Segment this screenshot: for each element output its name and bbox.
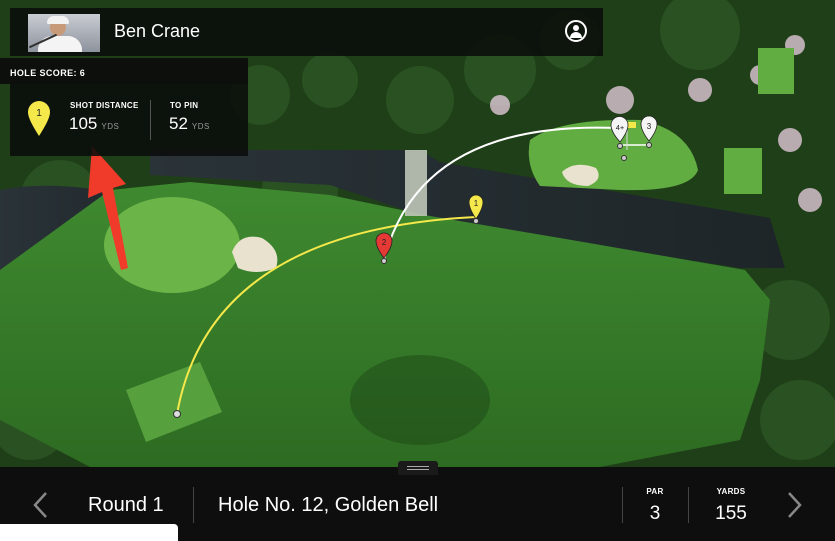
shot-stats-panel: HOLE SCORE: 6 1 SHOT DISTANCE 105 YDS TO … [0, 58, 248, 156]
par-label: PAR [646, 487, 664, 496]
to-pin-value: 52 YDS [169, 114, 210, 133]
profile-icon[interactable] [565, 20, 587, 42]
divider [193, 487, 194, 523]
shot-distance-label: SHOT DISTANCE [70, 101, 139, 110]
yards-value: 155 [715, 503, 747, 524]
round-label[interactable]: Round 1 [88, 494, 164, 517]
pin-marker-icon: 1 [28, 101, 50, 136]
par-value: 3 [649, 503, 661, 524]
chevron-right-icon[interactable] [780, 487, 810, 523]
to-pin-label: TO PIN [170, 101, 199, 110]
drag-handle-icon[interactable] [398, 461, 438, 475]
player-header: Ben Crane [10, 8, 603, 56]
right-tee-1 [758, 48, 794, 94]
shot-marker-4plus-label: 4+ [616, 123, 625, 132]
shot-stat-row[interactable]: 1 SHOT DISTANCE 105 YDS TO PIN 52 YDS [10, 92, 248, 152]
overlay-tab[interactable] [0, 524, 178, 541]
hole-score: HOLE SCORE: 6 [10, 68, 86, 78]
divider [150, 100, 151, 140]
left-green [104, 197, 240, 293]
divider [622, 487, 623, 523]
tree-shadow [350, 355, 490, 445]
right-tee-2 [724, 148, 762, 194]
chevron-left-icon[interactable] [26, 487, 56, 523]
shot-distance-value: 105 YDS [69, 114, 120, 133]
pin-marker-label: 1 [36, 108, 42, 119]
hole-label[interactable]: Hole No. 12, Golden Bell [218, 494, 438, 517]
shot-marker-2-label: 2 [382, 238, 387, 247]
divider [688, 487, 689, 523]
yards-label: YARDS [716, 487, 746, 496]
shot-marker-3-label: 3 [647, 122, 652, 131]
hole-score-bar: HOLE SCORE: 6 [0, 58, 248, 84]
tee-point [173, 410, 181, 418]
shot-marker-1-label: 1 [474, 199, 479, 208]
avatar[interactable] [28, 14, 100, 52]
player-name: Ben Crane [114, 21, 201, 41]
